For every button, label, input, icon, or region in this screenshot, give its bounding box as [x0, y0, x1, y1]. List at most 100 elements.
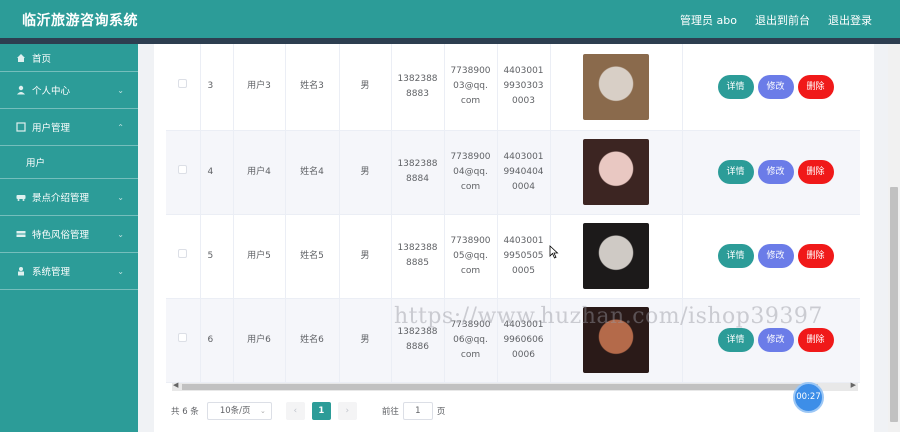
- app-title: 临沂旅游咨询系统: [22, 13, 138, 29]
- grid-icon: [16, 229, 26, 239]
- sidebar-item-profile[interactable]: 个人中心 ⌄: [0, 72, 138, 109]
- page-number-current[interactable]: 1: [311, 402, 331, 420]
- cell-email: 7738900 05@qq. com: [444, 214, 498, 299]
- row-checkbox[interactable]: [178, 332, 188, 342]
- cell-email: 7738900 06@qq. com: [444, 298, 498, 383]
- sidebar-item-label: 特色风俗管理: [32, 230, 90, 241]
- cell-phone: 1382388 8883: [391, 44, 445, 131]
- page-scrollbar[interactable]: [888, 44, 900, 432]
- cell-email: 7738900 03@qq. com: [444, 44, 498, 131]
- content-card: 3 用户3 姓名3 男 1382388 8883 7738900 03@qq. com…: [154, 44, 874, 432]
- sidebar-item-customs[interactable]: 特色风俗管理 ⌄: [0, 216, 138, 253]
- row-index: 3: [200, 44, 234, 131]
- chevron-down-icon: ⌄: [259, 407, 266, 415]
- square-icon: [16, 122, 26, 132]
- cell-username: 用户4: [233, 130, 286, 215]
- cell-username: 用户5: [233, 214, 286, 299]
- users-table: 3 用户3 姓名3 男 1382388 8883 7738900 03@qq. com…: [166, 44, 860, 383]
- cell-sex: 男: [339, 298, 392, 383]
- detail-button[interactable]: 详情: [717, 160, 754, 184]
- horizontal-scrollbar[interactable]: ◀ ▶: [172, 381, 858, 391]
- scrollbar-thumb[interactable]: [182, 384, 818, 390]
- cell-idcard: 4403001 9960606 0006: [497, 298, 551, 383]
- sidebar-item-system[interactable]: 系统管理 ⌄: [0, 253, 138, 290]
- page-scrollbar-thumb[interactable]: [890, 187, 898, 422]
- cell-email: 7738900 04@qq. com: [444, 130, 498, 215]
- goto-page-input[interactable]: 1: [402, 402, 433, 420]
- user-photo: [583, 139, 649, 205]
- cell-username: 用户3: [233, 44, 286, 131]
- row-index: 4: [200, 130, 234, 215]
- scroll-right-icon[interactable]: ▶: [851, 381, 856, 389]
- logout-link[interactable]: 退出登录: [828, 12, 872, 28]
- home-icon: [16, 53, 26, 63]
- delete-button[interactable]: 删除: [797, 160, 834, 184]
- table-row: 3 用户3 姓名3 男 1382388 8883 7738900 03@qq. com…: [166, 44, 860, 131]
- page-suffix: 页: [436, 407, 446, 417]
- cell-sex: 男: [339, 130, 392, 215]
- sidebar-subitem-label: 用户: [26, 158, 46, 169]
- top-header: 临沂旅游咨询系统 管理员 abo 退出到前台 退出登录: [0, 0, 900, 38]
- sidebar-subitem-users[interactable]: 用户: [0, 146, 138, 179]
- mouse-cursor-icon: [549, 245, 559, 262]
- sidebar-item-label: 系统管理: [32, 267, 71, 278]
- cell-sex: 男: [339, 44, 392, 131]
- row-checkbox[interactable]: [178, 79, 188, 89]
- detail-button[interactable]: 详情: [717, 74, 754, 99]
- cell-phone: 1382388 8886: [391, 298, 445, 383]
- prev-page-button[interactable]: ‹: [285, 402, 305, 420]
- person-icon: [16, 266, 26, 276]
- table-row: 6 用户6 姓名6 男 1382388 8886 7738900 06@qq. com…: [166, 298, 860, 383]
- edit-button[interactable]: 修改: [757, 160, 794, 184]
- table-row: 5 用户5 姓名5 男 1382388 8885 7738900 05@qq. com…: [166, 214, 860, 299]
- car-icon: [16, 192, 26, 202]
- goto-label: 前往: [381, 407, 399, 417]
- user-photo: [583, 53, 649, 120]
- sidebar-item-user-management[interactable]: 用户管理 ⌃: [0, 109, 138, 146]
- edit-button[interactable]: 修改: [757, 328, 794, 352]
- detail-button[interactable]: 详情: [717, 244, 754, 268]
- sidebar-item-label: 用户管理: [32, 123, 71, 134]
- sidebar-item-label: 个人中心: [32, 86, 71, 97]
- edit-button[interactable]: 修改: [757, 244, 794, 268]
- next-page-button[interactable]: ›: [337, 402, 357, 420]
- chevron-down-icon: ⌄: [117, 267, 124, 276]
- sidebar-item-home[interactable]: 首页: [0, 44, 138, 72]
- delete-button[interactable]: 删除: [797, 328, 834, 352]
- recording-timer: 00:27: [793, 382, 824, 413]
- delete-button[interactable]: 删除: [797, 74, 834, 99]
- edit-button[interactable]: 修改: [757, 74, 794, 99]
- row-checkbox[interactable]: [178, 248, 188, 258]
- cell-idcard: 4403001 9940404 0004: [497, 130, 551, 215]
- cell-phone: 1382388 8885: [391, 214, 445, 299]
- pagination: 共 6 条 10条/页 ⌄ ‹ 1 › 前往 1 页: [171, 402, 445, 420]
- sidebar-item-label: 首页: [32, 53, 52, 65]
- cell-name: 姓名5: [285, 214, 340, 299]
- chevron-down-icon: ⌄: [117, 193, 124, 202]
- chevron-down-icon: ⌄: [117, 230, 124, 239]
- sidebar: 首页 个人中心 ⌄ 用户管理 ⌃ 用户 景点介绍管理 ⌄ 特色风俗管理 ⌄ 系统…: [0, 44, 138, 432]
- user-photo: [583, 307, 649, 373]
- cell-idcard: 4403001 9930303 0003: [497, 44, 551, 131]
- page-size-select[interactable]: 10条/页 ⌄: [206, 402, 272, 420]
- table-row: 4 用户4 姓名4 男 1382388 8884 7738900 04@qq. com…: [166, 130, 860, 215]
- row-index: 5: [200, 214, 234, 299]
- row-index: 6: [200, 298, 234, 383]
- back-to-frontend-link[interactable]: 退出到前台: [755, 12, 810, 28]
- scroll-left-icon[interactable]: ◀: [173, 381, 178, 389]
- header-actions: 管理员 abo 退出到前台 退出登录: [680, 12, 872, 28]
- cell-username: 用户6: [233, 298, 286, 383]
- delete-button[interactable]: 删除: [797, 244, 834, 268]
- row-checkbox[interactable]: [178, 164, 188, 174]
- chevron-up-icon: ⌃: [117, 123, 124, 132]
- cell-phone: 1382388 8884: [391, 130, 445, 215]
- user-icon: [16, 85, 26, 95]
- total-count: 共 6 条: [171, 407, 199, 417]
- sidebar-item-attractions[interactable]: 景点介绍管理 ⌄: [0, 179, 138, 216]
- current-user-label[interactable]: 管理员 abo: [680, 12, 737, 28]
- sidebar-item-label: 景点介绍管理: [32, 193, 90, 204]
- cell-idcard: 4403001 9950505 0005: [497, 214, 551, 299]
- detail-button[interactable]: 详情: [717, 328, 754, 352]
- cell-name: 姓名3: [285, 44, 340, 131]
- cell-name: 姓名4: [285, 130, 340, 215]
